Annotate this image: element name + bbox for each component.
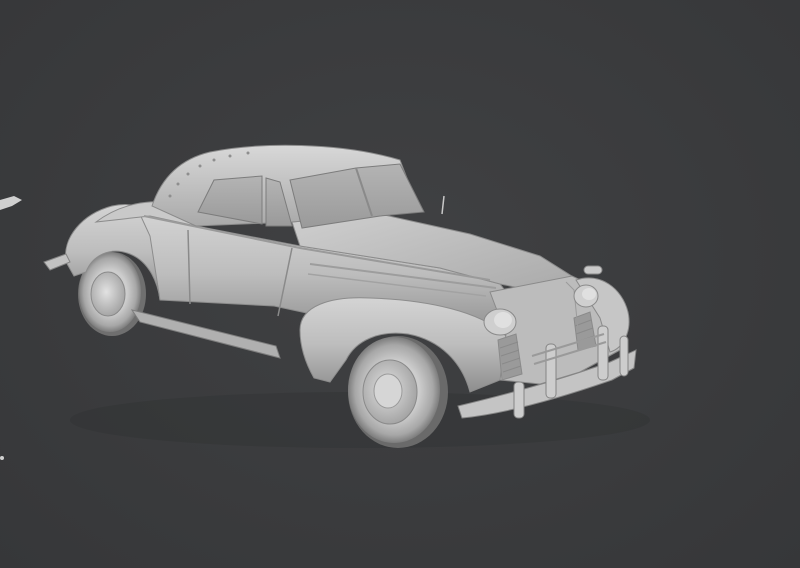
car-body (65, 201, 630, 393)
car-model-render (0, 144, 650, 460)
front-wheel (348, 336, 448, 448)
car-cabin (151, 144, 445, 229)
3d-viewport[interactable] (0, 0, 800, 568)
rear-bumper (43, 253, 71, 271)
scene-gizmo-left (0, 196, 22, 460)
